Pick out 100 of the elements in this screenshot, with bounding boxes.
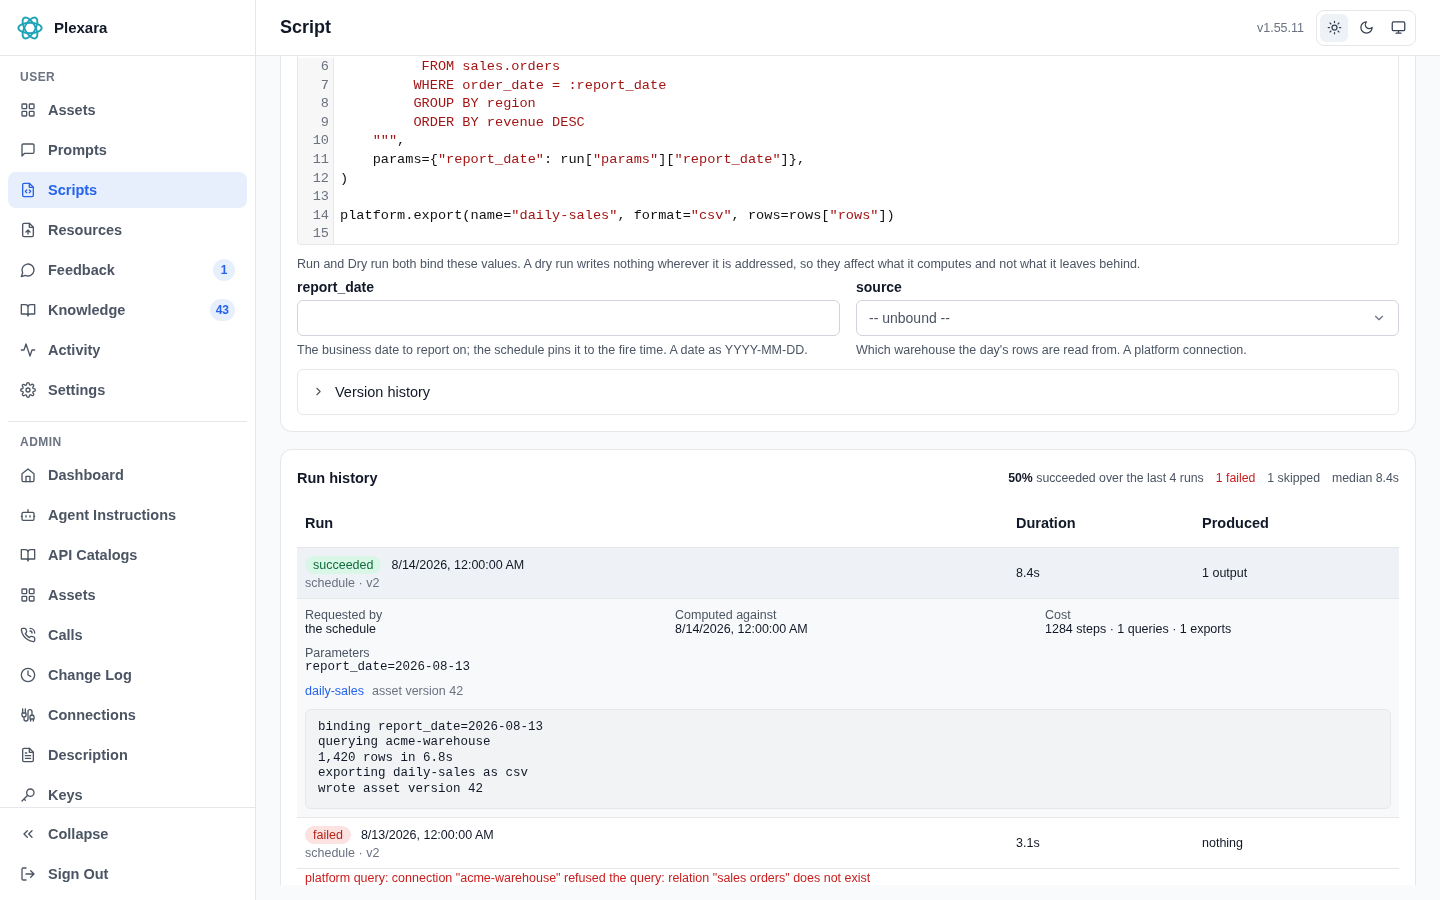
parameter-value: report_date=2026-08-13 xyxy=(305,659,472,674)
file-upload-icon xyxy=(20,222,36,238)
line-number: 10 xyxy=(311,132,329,151)
clock-icon xyxy=(20,667,36,683)
run-meta: schedule · v2 xyxy=(305,845,381,860)
sun-icon xyxy=(1326,20,1342,35)
select-field[interactable]: -- unbound -- xyxy=(856,299,1399,336)
section-heading: ADMIN xyxy=(19,434,63,451)
log-line: wrote asset version 42 xyxy=(318,781,485,798)
line-number: 12 xyxy=(311,169,329,188)
sidebar-item[interactable]: Keys xyxy=(8,777,247,807)
code-line: WHERE order_date = :report_date xyxy=(412,76,667,95)
code-line: ) xyxy=(340,169,349,188)
sidebar-item[interactable]: Agent Instructions xyxy=(8,497,247,533)
code-line: params={"report_date": run["params"]["report_date"]}, xyxy=(371,150,806,169)
log-line: binding report_date=2026-08-13 xyxy=(318,719,545,736)
asset-link[interactable]: daily-sales xyxy=(305,683,365,698)
line-number: 7 xyxy=(319,76,329,95)
asset-version: asset version 42 xyxy=(372,683,464,698)
log-line: 1,420 rows in 6.8s xyxy=(318,750,455,767)
summary-stat: 1 failed xyxy=(1215,470,1256,485)
section-heading: USER xyxy=(19,69,57,86)
version-history-toggle[interactable]: Version history xyxy=(297,368,1399,415)
detail-label: Computed against xyxy=(675,607,778,622)
sidebar-item[interactable]: Activity xyxy=(8,332,247,368)
status-badge: succeeded xyxy=(305,555,382,574)
monitor-icon xyxy=(1390,20,1406,35)
log-line: querying acme-warehouse xyxy=(318,735,492,751)
sidebar-item[interactable]: Dashboard xyxy=(8,457,247,493)
code-line: GROUP BY region xyxy=(412,95,536,114)
line-number: 9 xyxy=(319,113,329,132)
sidebar-item[interactable]: Description xyxy=(8,737,247,773)
summary-stat: 50% succeeded over the last 4 runs xyxy=(1008,470,1204,485)
line-number: 15 xyxy=(311,225,329,244)
home-icon xyxy=(20,467,36,483)
section-title: Run history xyxy=(297,469,378,486)
sign-out-icon xyxy=(20,866,36,882)
document-icon xyxy=(20,747,36,763)
log-line: exporting daily-sales as csv xyxy=(318,766,530,782)
detail-value: 1284 steps · 1 queries · 1 exports xyxy=(1045,621,1233,636)
field-label: source xyxy=(856,278,903,295)
phone-icon xyxy=(20,627,36,643)
line-number: 8 xyxy=(319,95,329,114)
count-badge: 43 xyxy=(209,299,235,321)
book-icon xyxy=(20,547,36,563)
sidebar-item[interactable]: Resources xyxy=(8,212,247,248)
code-line: ORDER BY revenue DESC xyxy=(412,113,585,132)
sidebar-item[interactable]: Assets xyxy=(8,577,247,613)
table-cell-text: 3.1s xyxy=(1016,835,1041,850)
sidebar-item[interactable]: Prompts xyxy=(8,132,247,168)
line-number: 13 xyxy=(311,188,329,207)
help-text: The business date to report on; the schedule pins it to the fire time. A date as YYYY-MM-DD. xyxy=(297,342,809,357)
cable-icon xyxy=(20,707,36,723)
table-cell-text: nothing xyxy=(1202,835,1244,850)
summary-stat: 1 skipped xyxy=(1267,470,1320,485)
sidebar-item[interactable]: Feedback 1 xyxy=(8,252,247,288)
table-cell-text: 1 output xyxy=(1202,565,1249,580)
moon-icon xyxy=(1358,20,1374,35)
run-time: 8/14/2026, 12:00:00 AM xyxy=(391,557,525,572)
run-meta: schedule · v2 xyxy=(305,575,381,590)
run-row[interactable]: succeeded 8/14/2026, 12:00:00 AM schedule · v2 8.4s 1 output xyxy=(297,547,1399,599)
grid-icon xyxy=(20,587,36,603)
book-icon xyxy=(20,302,36,318)
code-file-icon xyxy=(20,182,36,198)
code-line: """, xyxy=(371,132,406,151)
input-field[interactable] xyxy=(297,299,840,336)
count-badge: 1 xyxy=(213,259,235,281)
error-message: platform query: connection "acme-warehouse" refused the query: relation "sales orders" does not exist xyxy=(304,869,872,885)
detail-value: the schedule xyxy=(305,621,376,636)
detail-label: Requested by xyxy=(305,607,384,622)
column-header: Duration xyxy=(1016,515,1077,532)
code-line: FROM sales.orders xyxy=(420,58,561,76)
sidebar-item[interactable]: Connections xyxy=(8,697,247,733)
sidebar-item[interactable]: Scripts xyxy=(8,172,247,208)
table-cell-text: 8.4s xyxy=(1016,565,1041,580)
line-number: 6 xyxy=(319,58,329,76)
run-row[interactable]: failed 8/13/2026, 12:00:00 AM schedule · v2 3.1s nothing xyxy=(297,817,1399,869)
detail-label: Cost xyxy=(1045,607,1072,622)
grid-icon xyxy=(20,102,36,118)
theme-button[interactable] xyxy=(1320,13,1348,42)
sidebar-item[interactable]: Settings xyxy=(8,372,247,408)
page-title: Script xyxy=(280,17,331,38)
version-label: v1.55.11 xyxy=(1256,20,1304,35)
activity-icon xyxy=(20,342,36,358)
sidebar-item[interactable]: Assets xyxy=(8,92,247,128)
key-icon xyxy=(20,787,36,803)
detail-label: Parameters xyxy=(305,645,371,660)
message-icon xyxy=(20,142,36,158)
sidebar-item[interactable]: Calls xyxy=(8,617,247,653)
line-number: 11 xyxy=(311,150,329,169)
sidebar-item[interactable]: API Catalogs xyxy=(8,537,247,573)
help-text: Which warehouse the day's rows are read from. A platform connection. xyxy=(856,342,1248,357)
collapse-button[interactable]: Collapse xyxy=(8,816,247,852)
code-line: platform.export(name="daily-sales", format="csv", rows=rows["rows"]) xyxy=(340,206,895,225)
sign-out-link[interactable]: Sign Out xyxy=(8,856,247,892)
app-name: Plexara xyxy=(54,19,108,36)
column-header: Run xyxy=(305,515,335,532)
sidebar-item[interactable]: Knowledge 43 xyxy=(8,292,247,328)
sidebar-item[interactable]: Change Log xyxy=(8,657,247,693)
detail-value: 8/14/2026, 12:00:00 AM xyxy=(675,621,809,636)
